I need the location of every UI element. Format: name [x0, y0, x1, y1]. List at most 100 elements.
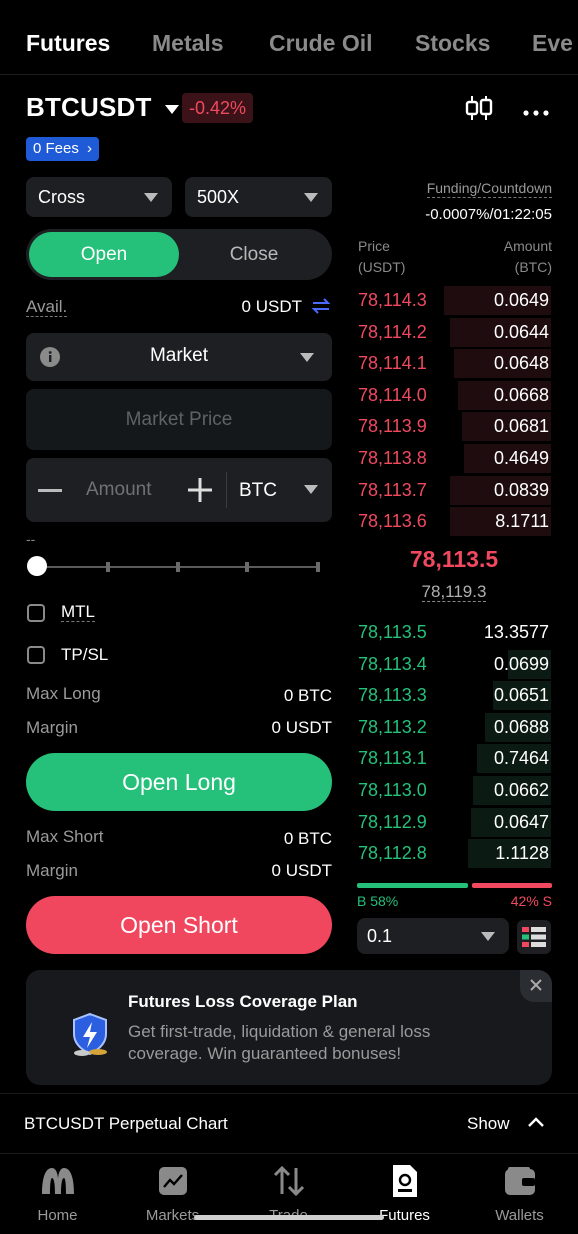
open-long-button[interactable]: Open Long: [26, 753, 332, 811]
mtl-checkbox[interactable]: [27, 604, 45, 622]
close-tab[interactable]: Close: [179, 232, 329, 277]
amount-placeholder: Amount: [86, 479, 152, 500]
slider-tick: [316, 562, 320, 572]
nav-futures[interactable]: Futures: [347, 1154, 462, 1234]
transfer-icon[interactable]: [310, 296, 332, 316]
bid-row[interactable]: 78,113.3 0.0651: [357, 680, 551, 711]
row-amount: 0.0839: [493, 479, 549, 500]
chevron-down-icon: [300, 353, 314, 362]
precision-select[interactable]: 0.1: [357, 918, 509, 954]
perpetual-chart-bar[interactable]: BTCUSDT Perpetual Chart Show: [0, 1093, 578, 1154]
amount-unit-text: (BTC): [514, 259, 552, 275]
ask-row[interactable]: 78,113.7 0.0839: [357, 475, 551, 506]
amount-slider-track[interactable]: [40, 562, 320, 572]
orderbook-price-header: Price (USDT): [358, 236, 405, 278]
tab-crude-oil[interactable]: Crude Oil: [269, 30, 373, 57]
nav-home[interactable]: Home: [0, 1154, 115, 1234]
ask-row[interactable]: 78,114.2 0.0644: [357, 317, 551, 348]
buy-ratio-label: B 58%: [357, 893, 399, 909]
mark-price-text: 78,119.3: [421, 582, 487, 602]
chevron-down-icon: [144, 193, 158, 202]
nav-label: Wallets: [495, 1207, 544, 1224]
more-options-icon[interactable]: [522, 104, 550, 116]
margin-mode-select[interactable]: Cross: [26, 177, 172, 217]
close-icon[interactable]: [520, 970, 552, 1002]
max-long-label: Max Long: [26, 684, 101, 703]
bid-row[interactable]: 78,112.9 0.0647: [357, 807, 551, 838]
orderbook-layout-icon[interactable]: [517, 920, 551, 954]
row-price: 78,114.0: [358, 384, 427, 405]
ask-row[interactable]: 78,113.6 8.1711: [357, 506, 551, 537]
nav-wallets[interactable]: Wallets: [462, 1154, 577, 1234]
ask-row[interactable]: 78,114.0 0.0668: [357, 380, 551, 411]
row-price: 78,113.9: [358, 416, 427, 437]
tab-stocks[interactable]: Stocks: [415, 30, 490, 57]
ask-row[interactable]: 78,114.1 0.0648: [357, 348, 551, 379]
bid-row[interactable]: 78,113.4 0.0699: [357, 649, 551, 680]
chevron-up-icon[interactable]: [527, 1115, 545, 1129]
order-type-select[interactable]: Market: [26, 333, 332, 381]
mark-price: 78,119.3: [357, 582, 551, 602]
bid-row[interactable]: 78,113.5 13.3577: [357, 617, 551, 648]
row-amount: 0.0651: [493, 685, 549, 706]
fees-label: 0 Fees: [33, 140, 79, 157]
chevron-down-icon: [304, 485, 318, 494]
amount-slider-handle[interactable]: [27, 556, 47, 576]
pair-selector[interactable]: BTCUSDT: [26, 92, 180, 123]
nav-trade[interactable]: Trade: [231, 1154, 346, 1234]
plus-icon[interactable]: [188, 478, 212, 502]
row-amount: 0.7464: [493, 748, 549, 769]
row-amount: 0.0662: [493, 780, 549, 800]
leverage-select[interactable]: 500X: [185, 177, 332, 217]
bid-row[interactable]: 78,113.2 0.0688: [357, 712, 551, 743]
divider: [226, 472, 227, 508]
ask-row[interactable]: 78,113.8 0.4649: [357, 443, 551, 474]
row-price: 78,113.6: [358, 511, 427, 532]
open-tab[interactable]: Open: [29, 232, 179, 277]
max-short-value: 0 BTC: [283, 829, 332, 848]
price-header-text: Price: [358, 238, 390, 254]
bid-row[interactable]: 78,113.0 0.0662: [357, 775, 551, 806]
amount-unit-select[interactable]: BTC: [239, 480, 277, 502]
price-input[interactable]: Market Price: [26, 389, 332, 450]
bid-row[interactable]: 78,113.1 0.7464: [357, 743, 551, 774]
markets-chart-icon: [158, 1166, 188, 1196]
price-unit-text: (USDT): [358, 259, 406, 275]
candlestick-chart-icon[interactable]: [464, 94, 494, 122]
order-type-value: Market: [149, 345, 209, 366]
minus-icon[interactable]: [38, 489, 62, 492]
open-short-button[interactable]: Open Short: [26, 896, 332, 954]
row-amount: 0.0699: [493, 653, 549, 674]
home-indicator: [194, 1215, 384, 1220]
max-long-value: 0 BTC: [283, 686, 332, 705]
slider-tick: [106, 562, 110, 572]
row-price: 78,113.0: [358, 780, 427, 800]
zero-fees-badge[interactable]: 0 Fees ›: [26, 137, 100, 161]
chart-show-button[interactable]: Show: [467, 1114, 510, 1134]
tab-futures[interactable]: Futures: [26, 30, 110, 57]
row-price: 78,113.7: [358, 479, 427, 500]
promo-banner[interactable]: Futures Loss Coverage Plan Get first-tra…: [26, 970, 552, 1085]
funding-label[interactable]: Funding/Countdown: [380, 180, 552, 198]
tab-metals[interactable]: Metals: [152, 30, 224, 57]
chevron-down-icon: [481, 932, 495, 941]
chart-bar-title: BTCUSDT Perpetual Chart: [24, 1114, 228, 1133]
row-amount: 1.1128: [495, 843, 549, 864]
slider-tick: [176, 562, 180, 572]
margin-short-value: 0 USDT: [271, 861, 332, 880]
row-amount: 13.3577: [483, 622, 549, 642]
row-amount: 8.1711: [495, 511, 549, 532]
bid-row[interactable]: 78,112.8 1.1128: [357, 838, 551, 869]
chevron-right-icon: ›: [87, 140, 93, 157]
tpsl-checkbox[interactable]: [27, 646, 45, 664]
nav-label: Home: [37, 1207, 78, 1224]
ask-row[interactable]: 78,113.9 0.0681: [357, 411, 551, 442]
row-price: 78,113.4: [358, 653, 427, 674]
funding-value: -0.0007%/01:22:05: [425, 206, 552, 223]
ask-row[interactable]: 78,114.3 0.0649: [357, 285, 551, 316]
amount-input[interactable]: Amount BTC: [26, 458, 332, 522]
leverage-value: 500X: [197, 187, 240, 207]
swap-arrows-icon: [272, 1164, 306, 1198]
nav-markets[interactable]: Markets: [115, 1154, 230, 1234]
tab-events[interactable]: Eve: [532, 30, 573, 57]
